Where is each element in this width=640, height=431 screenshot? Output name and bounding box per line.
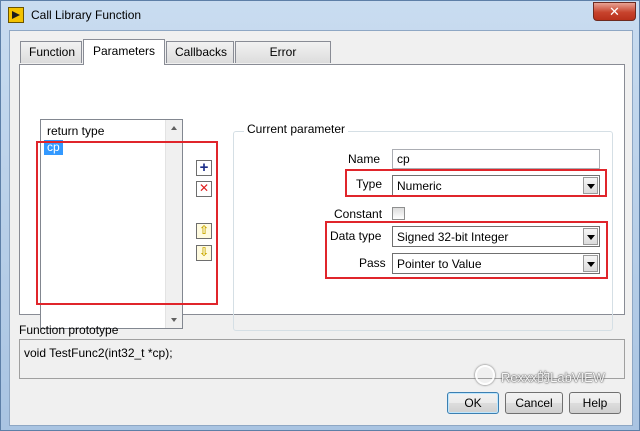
tab-callbacks[interactable]: Callbacks — [166, 41, 234, 63]
watermark-text: Rexxx的LabVIEW — [501, 370, 606, 385]
function-prototype-label: Function prototype — [19, 323, 119, 337]
pass-select[interactable]: Pointer to Value — [392, 253, 600, 274]
tab-error-checking[interactable]: Error Checking — [235, 41, 331, 79]
type-label: Type — [356, 177, 383, 191]
cancel-button[interactable]: Cancel — [505, 392, 563, 414]
help-button[interactable]: Help — [569, 392, 621, 414]
type-select-value: Numeric — [397, 179, 442, 193]
tab-function[interactable]: Function — [20, 41, 82, 63]
close-button[interactable]: ✕ — [593, 2, 636, 21]
pass-select-value: Pointer to Value — [397, 257, 482, 271]
constant-checkbox[interactable] — [392, 207, 405, 220]
move-up-button[interactable]: ⇧ — [196, 223, 212, 239]
wechat-watermark-icon — [475, 365, 495, 385]
ok-button[interactable]: OK — [447, 392, 499, 414]
data-type-label: Data type — [330, 229, 382, 243]
move-down-button[interactable]: ⇩ — [196, 245, 212, 261]
tab-parameters[interactable]: Parameters — [83, 39, 165, 65]
chevron-down-icon[interactable] — [583, 255, 598, 272]
scroll-down-arrow-icon[interactable] — [171, 318, 177, 322]
dialog-window: Call Library Function ✕ Function Paramet… — [0, 0, 640, 431]
data-type-select[interactable]: Signed 32-bit Integer — [392, 226, 600, 247]
add-parameter-button[interactable]: + — [196, 160, 212, 176]
list-item-return-type[interactable]: return type — [44, 124, 107, 139]
chevron-down-icon[interactable] — [583, 177, 598, 194]
current-parameter-group-title: Current parameter — [244, 122, 349, 136]
parameter-list-scrollbar[interactable] — [165, 120, 182, 328]
window-title: Call Library Function — [31, 8, 142, 22]
parameters-panel: return type cp + ✕ ⇧ ⇩ Current parameter… — [19, 64, 625, 331]
name-label: Name — [348, 152, 381, 166]
pass-label: Pass — [359, 256, 386, 270]
parameter-list[interactable]: return type cp — [40, 119, 183, 329]
list-item-cp[interactable]: cp — [44, 140, 63, 155]
delete-parameter-button[interactable]: ✕ — [196, 181, 212, 197]
constant-label: Constant — [334, 207, 383, 221]
chevron-down-icon[interactable] — [583, 228, 598, 245]
data-type-select-value: Signed 32-bit Integer — [397, 230, 509, 244]
labview-app-icon — [8, 7, 24, 23]
scroll-up-arrow-icon[interactable] — [171, 126, 177, 130]
title-bar[interactable]: Call Library Function ✕ — [1, 1, 639, 29]
type-select[interactable]: Numeric — [392, 175, 600, 196]
name-input[interactable]: cp — [392, 149, 600, 169]
